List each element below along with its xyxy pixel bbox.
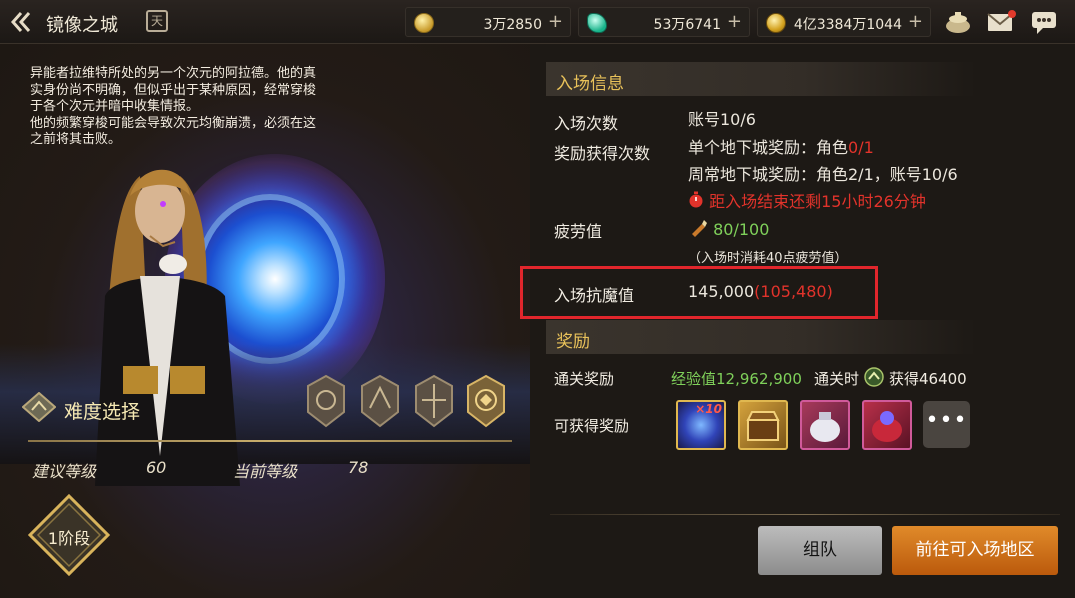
dungeon-description: 异能者拉维特所处的另一个次元的阿拉德。他的真 实身份尚不明确，但似乎出于某种原因…: [30, 66, 395, 149]
boss-character-image: [95, 169, 240, 486]
currency-amount: 53万6741: [653, 17, 721, 33]
description-line: 于各个次元并暗中收集情报。: [30, 99, 200, 115]
exp-reward: 经验值12,962,900: [671, 370, 802, 388]
gain-reward: 获得46400: [889, 370, 967, 388]
recommended-level-label: 建议等级: [32, 462, 97, 481]
resistance-highlight-box: [520, 266, 878, 319]
fatigue-line: 80/100: [688, 218, 769, 239]
go-to-area-button[interactable]: 前往可入场地区: [892, 526, 1058, 575]
difficulty-label: 难度选择: [64, 401, 141, 423]
back-arrow-icon[interactable]: [8, 8, 38, 36]
item-pouch-icon: [872, 411, 902, 442]
clear-reward-label: 通关奖励: [554, 370, 615, 388]
currency-amount: 3万2850: [483, 17, 542, 33]
mail-icon[interactable]: [986, 9, 1016, 35]
single-reward-prefix: 单个地下城奖励：角色: [688, 138, 849, 157]
reward-item-pouch-red[interactable]: [862, 400, 912, 450]
more-rewards-button[interactable]: •••: [923, 401, 970, 448]
divider: [550, 514, 1060, 515]
treasure-chest-icon: [746, 411, 780, 441]
top-bar: 镜像之城 天 3万2850 + 53万6741 + 4亿3384万1044 +: [0, 0, 1075, 44]
reward-item-pouch-silver[interactable]: [800, 400, 850, 450]
difficulty-icon: [22, 392, 56, 422]
party-button[interactable]: 组队: [758, 526, 882, 575]
reward-quantity-badge: ×10: [695, 402, 722, 416]
current-level-label: 当前等级: [233, 462, 298, 481]
currency-gem: 53万6741 +: [578, 7, 750, 37]
single-reward-line: 单个地下城奖励：角色0/1: [688, 134, 874, 158]
info-panel: 入场信息 入场次数 账号10/6 奖励获得次数 单个地下城奖励：角色0/1 周常…: [520, 44, 1075, 598]
reward-count-label: 奖励获得次数: [554, 144, 651, 163]
fatigue-value: 80/100: [713, 220, 770, 239]
difficulty-normal-emblem-icon[interactable]: [304, 374, 348, 428]
currency-gold-c: 3万2850 +: [405, 7, 571, 37]
rewards-title: 奖励: [556, 332, 590, 352]
single-reward-value: 0/1: [848, 138, 874, 157]
recommended-level-value: 60: [146, 458, 167, 477]
fatigue-label: 疲劳值: [554, 222, 603, 241]
currency-amount: 4亿3384万1044: [793, 17, 902, 33]
available-reward-label: 可获得奖励: [554, 417, 630, 435]
weekly-reward-line: 周常地下城奖励：角色2/1，账号10/6: [688, 165, 958, 184]
fatigue-potion-icon: [692, 220, 707, 237]
dungeon-artwork-panel: 异能者拉维特所处的另一个次元的阿拉德。他的真 实身份尚不明确，但似乎出于某种原因…: [0, 44, 530, 598]
description-line: 实身份尚不明确，但似乎出于某种原因，经常穿梭: [30, 82, 317, 98]
description-line: 异能者拉维特所处的另一个次元的阿拉德。他的真: [30, 66, 317, 81]
currency-gold: 4亿3384万1044 +: [757, 7, 931, 37]
reward-item-portal[interactable]: ×10: [676, 400, 726, 450]
green-gem-icon: [587, 13, 607, 33]
entry-info-header: 入场信息: [546, 62, 976, 96]
gold-coin-icon: [766, 13, 786, 33]
description-line: 之前将其击败。: [30, 132, 122, 148]
entry-count-value: 账号10/6: [688, 110, 756, 129]
entry-info-title: 入场信息: [556, 74, 624, 94]
fatigue-note: （入场时消耗40点疲劳值）: [688, 251, 848, 266]
difficulty-master-emblem-icon[interactable]: [412, 374, 456, 428]
difficulty-king-emblem-icon[interactable]: [464, 374, 508, 428]
reward-item-chest[interactable]: [738, 400, 788, 450]
stopwatch-icon: [689, 191, 703, 208]
gold-c-coin-icon: [414, 13, 434, 33]
stage-label: 1阶段: [47, 529, 91, 548]
stage-badge[interactable]: 1阶段: [27, 493, 111, 577]
clear-time-label: 通关时: [814, 370, 860, 388]
difficulty-expert-emblem-icon[interactable]: [358, 374, 402, 428]
divider: [28, 440, 512, 442]
treasure-pot-icon[interactable]: [944, 9, 972, 35]
timer-text: 距入场结束还剩15小时26分钟: [709, 192, 926, 211]
rewards-header: 奖励: [546, 320, 976, 354]
chat-icon[interactable]: [1030, 9, 1058, 35]
add-currency-button[interactable]: +: [727, 11, 742, 32]
add-currency-button[interactable]: +: [908, 11, 923, 32]
item-pouch-icon: [810, 412, 840, 442]
growth-token-icon: [864, 367, 884, 387]
add-currency-button[interactable]: +: [548, 11, 563, 32]
description-line: 他的频繁穿梭可能会导致次元均衡崩溃，必须在这: [30, 115, 317, 131]
calendar-icon[interactable]: 天: [146, 10, 168, 32]
current-level-value: 78: [348, 458, 369, 477]
page-title: 镜像之城: [46, 15, 118, 36]
timer-line: 距入场结束还剩15小时26分钟: [688, 188, 926, 212]
entry-count-label: 入场次数: [554, 114, 619, 133]
